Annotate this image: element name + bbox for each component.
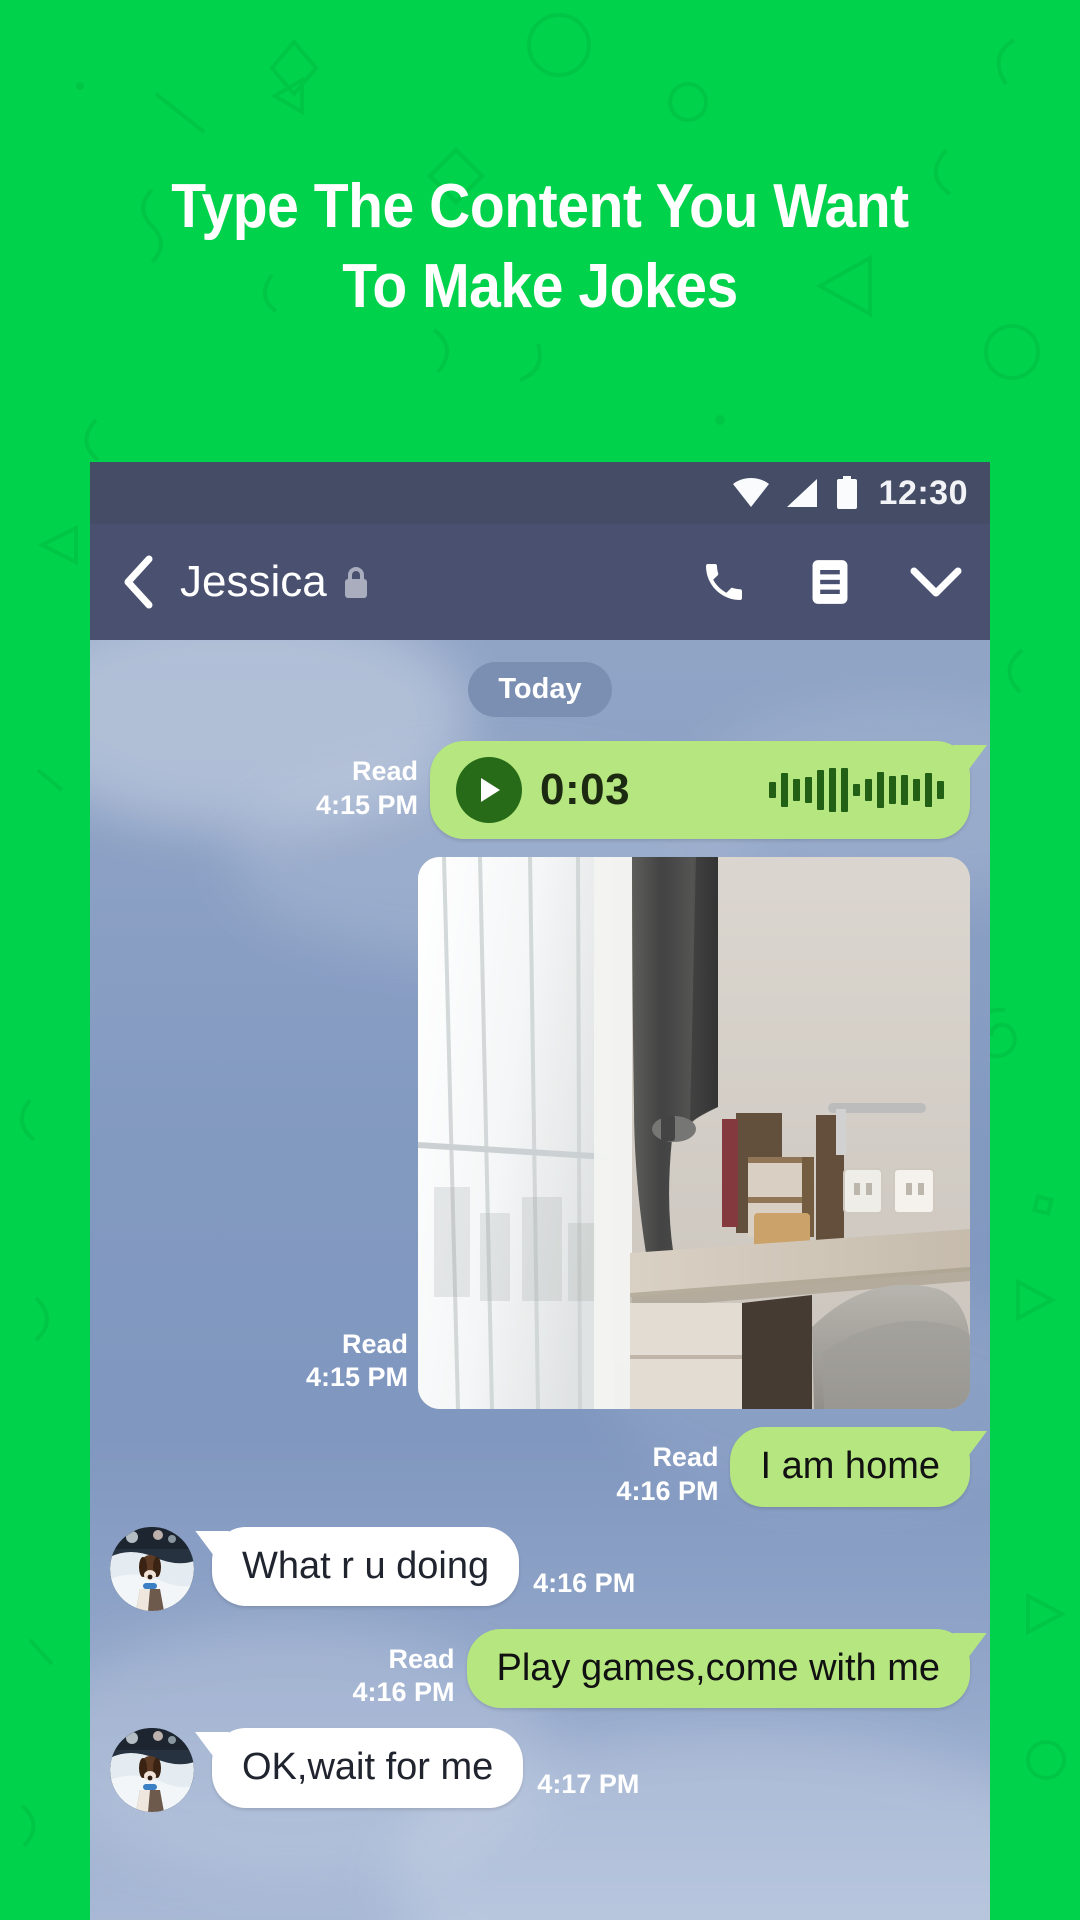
headline-line-2: To Make Jokes — [342, 252, 738, 321]
waveform-bar — [925, 773, 932, 807]
message-status: Read — [652, 1442, 719, 1472]
collapse-button[interactable] — [908, 554, 964, 610]
contact-name[interactable]: Jessica — [180, 557, 327, 607]
status-bar-clock: 12:30 — [878, 473, 968, 512]
call-button[interactable] — [696, 554, 752, 610]
message-bubble[interactable]: I am home — [730, 1427, 970, 1507]
message-time: 4:17 PM — [537, 1769, 640, 1800]
message-status: Read — [341, 1328, 408, 1359]
waveform-bar — [817, 770, 824, 810]
voice-waveform — [769, 766, 944, 814]
message-meta: Read 4:15 PM — [316, 741, 418, 823]
image-message[interactable] — [418, 857, 970, 1409]
back-chevron-icon — [124, 555, 153, 609]
status-bar: 12:30 — [90, 462, 990, 524]
day-divider: Today — [110, 662, 970, 717]
contact-avatar[interactable] — [110, 1728, 194, 1812]
waveform-bar — [769, 782, 776, 798]
message-row-text[interactable]: Read 4:16 PM Play games,come with me — [110, 1628, 970, 1711]
message-row-voice[interactable]: Read 4:15 PM 0:03 — [110, 741, 970, 839]
message-row-photo[interactable]: Read 4:15 PM — [110, 857, 970, 1409]
waveform-bar — [877, 772, 884, 808]
message-meta: Read 4:16 PM — [352, 1629, 454, 1711]
message-bubble[interactable]: What r u doing — [212, 1526, 520, 1607]
message-status: Read — [351, 756, 418, 786]
battery-icon — [836, 476, 857, 509]
wifi-icon — [732, 478, 769, 507]
contact-avatar[interactable] — [110, 1526, 194, 1611]
waveform-bar — [829, 768, 836, 812]
waveform-bar — [853, 784, 860, 796]
message-list: Today Read 4:15 PM 0:03 Read 4:15 PM Rea… — [90, 640, 990, 1812]
document-list-icon — [812, 560, 848, 604]
phone-icon — [706, 564, 742, 600]
waveform-bar — [781, 773, 788, 807]
waveform-bar — [793, 779, 800, 801]
chevron-down-icon — [910, 567, 962, 597]
voice-duration: 0:03 — [540, 765, 631, 814]
day-divider-label: Today — [468, 662, 612, 717]
waveform-bar — [889, 776, 896, 804]
waveform-bar — [901, 775, 908, 805]
message-time: 4:15 PM — [305, 1362, 408, 1393]
message-meta: Read 4:15 PM — [306, 1328, 408, 1410]
promo-headline: Type The Content You Want To Make Jokes — [43, 176, 1037, 318]
waveform-bar — [937, 781, 944, 799]
phone-screenshot: 12:30 Jessica Today Read 4:15 PM 0:03 Re… — [90, 462, 990, 1920]
message-row-text[interactable]: OK,wait for me 4:17 PM — [110, 1728, 970, 1812]
play-button[interactable] — [456, 757, 522, 823]
chat-thread[interactable]: Today Read 4:15 PM 0:03 Read 4:15 PM Rea… — [90, 640, 990, 1920]
waveform-bar — [913, 779, 920, 801]
waveform-bar — [841, 768, 848, 812]
voice-message-bubble[interactable]: 0:03 — [430, 741, 970, 839]
message-row-text[interactable]: Read 4:16 PM I am home — [110, 1427, 970, 1509]
headline-line-1: Type The Content You Want — [171, 172, 909, 241]
lock-icon — [341, 564, 371, 600]
app-bar: Jessica — [90, 524, 990, 640]
play-icon — [481, 778, 500, 802]
waveform-bar — [865, 779, 872, 801]
message-status: Read — [388, 1643, 455, 1674]
notes-button[interactable] — [802, 554, 858, 610]
message-bubble[interactable]: Play games,come with me — [466, 1628, 970, 1709]
message-bubble[interactable]: OK,wait for me — [212, 1728, 524, 1808]
back-button[interactable] — [112, 553, 164, 611]
message-time: 4:16 PM — [352, 1677, 455, 1708]
message-row-text[interactable]: What r u doing 4:16 PM — [110, 1526, 970, 1611]
signal-icon — [786, 479, 817, 507]
message-time: 4:15 PM — [315, 789, 418, 820]
message-time: 4:16 PM — [533, 1567, 636, 1598]
waveform-bar — [805, 777, 812, 803]
message-meta: Read 4:16 PM — [616, 1427, 718, 1509]
app-bar-actions — [696, 554, 964, 610]
message-time: 4:16 PM — [616, 1475, 719, 1506]
